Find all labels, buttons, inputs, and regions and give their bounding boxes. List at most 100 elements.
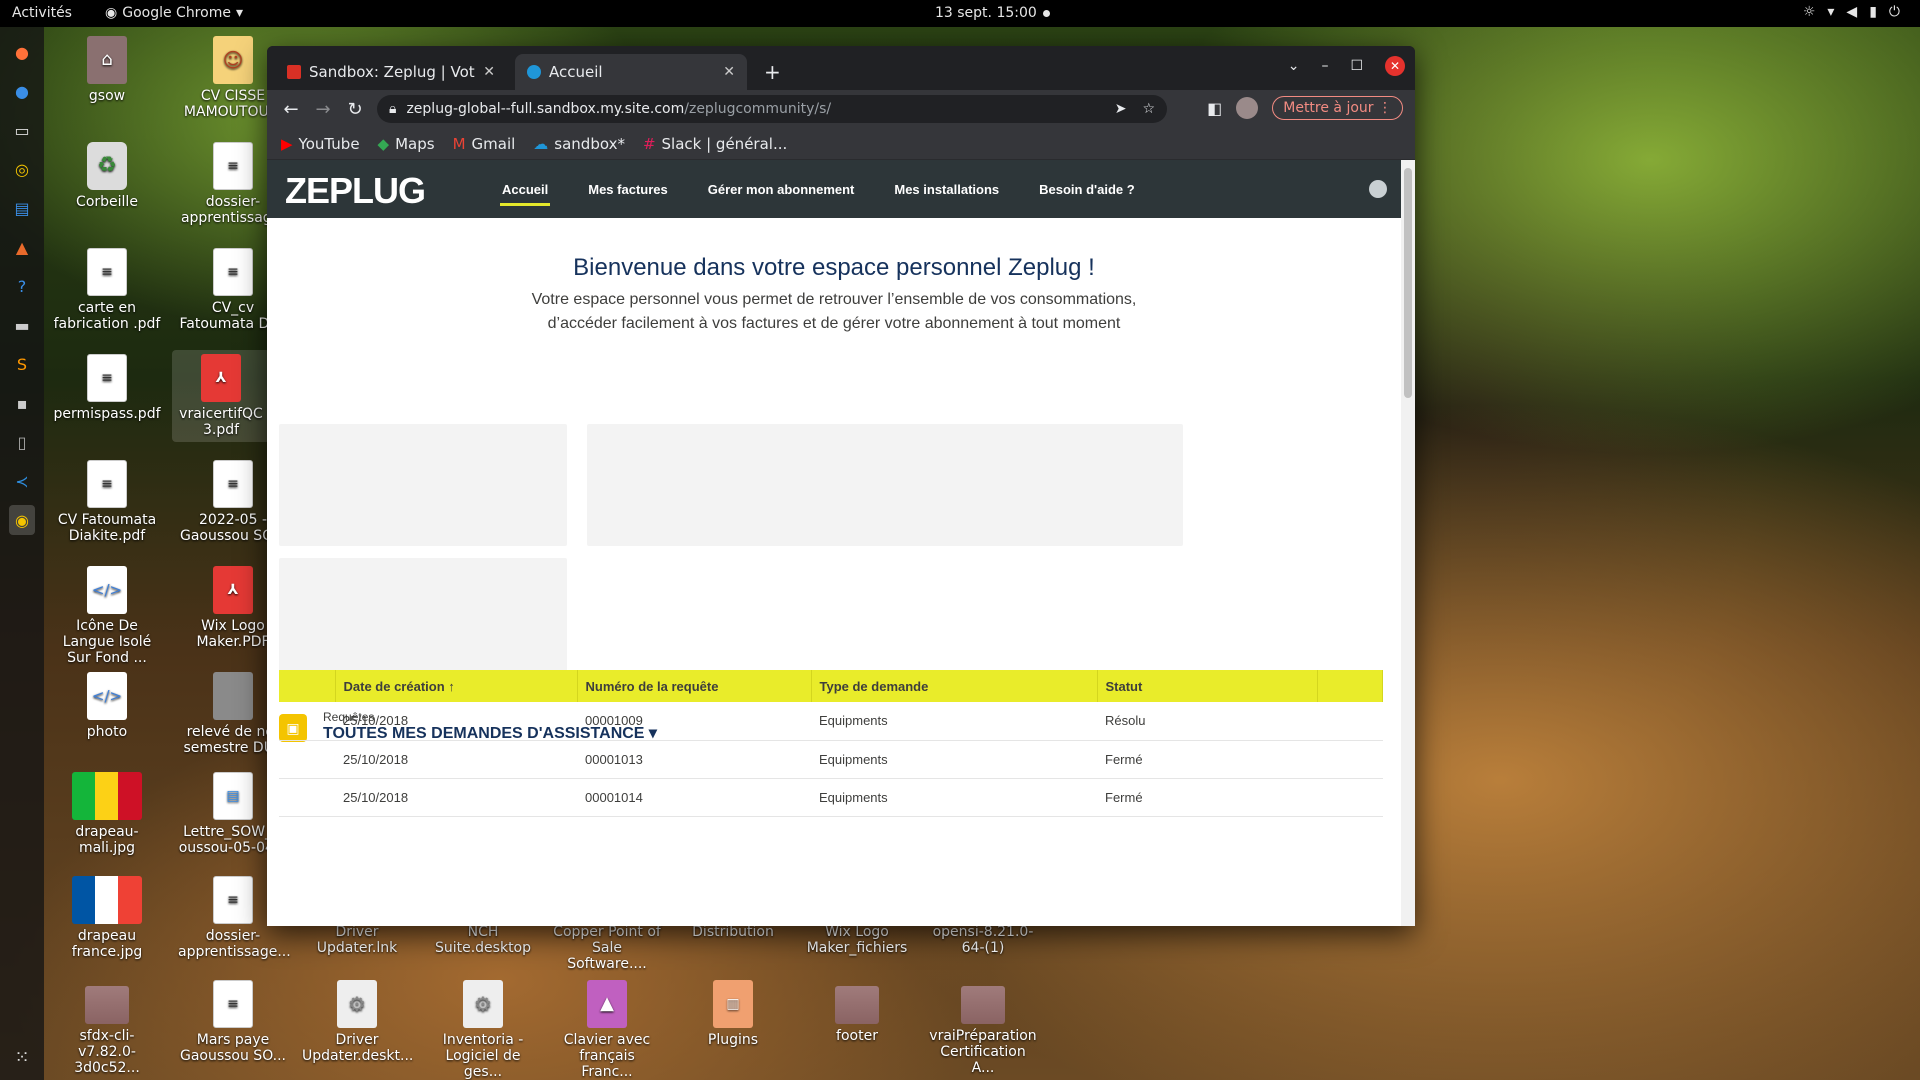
desktop-icon[interactable]: vraiPréparation Certification A...: [928, 980, 1038, 1076]
firefox-icon[interactable]: ●: [9, 37, 35, 67]
chrome-icon: ◉: [105, 5, 118, 21]
show-apps-icon[interactable]: ⁙: [14, 1047, 29, 1068]
lock-icon: 🔒︎: [389, 101, 397, 117]
welcome-title: Bienvenue dans votre espace personnel Ze…: [573, 254, 1095, 281]
user-profile-icon[interactable]: [1369, 180, 1387, 198]
window-controls: ⌄ – ☐ ✕: [1288, 56, 1405, 76]
desktop-icon[interactable]: sfdx-cli-v7.82.0-3d0c52...: [52, 980, 162, 1076]
update-button[interactable]: Mettre à jour ⋮: [1272, 96, 1403, 120]
help-icon[interactable]: ?: [9, 271, 35, 301]
tab-sandbox[interactable]: Sandbox: Zeplug | Votre e ✕: [275, 54, 507, 90]
desktop-icon[interactable]: ≡ Mars paye Gaoussou SO...: [178, 980, 288, 1064]
vscode-icon[interactable]: ≺: [9, 466, 35, 496]
document-icon: ≡: [213, 460, 253, 508]
column-numero[interactable]: Numéro de la requête: [577, 670, 812, 702]
reload-button[interactable]: ↻: [339, 99, 371, 120]
bookmark-star-icon[interactable]: ☆: [1142, 101, 1155, 117]
desktop-icon[interactable]: ≡ carte en fabrication .pdf: [52, 248, 162, 332]
html-file-icon: </>: [87, 566, 127, 614]
bookmark-youtube[interactable]: ▶ YouTube: [281, 135, 360, 153]
disk-icon[interactable]: ▬: [9, 310, 35, 340]
home-folder-icon: ⌂: [87, 36, 127, 84]
column-statut[interactable]: Statut: [1097, 670, 1318, 702]
bookmark-slack[interactable]: # Slack | général...: [643, 135, 787, 153]
gear-icon: ⚙: [337, 980, 377, 1028]
close-tab-icon[interactable]: ✕: [483, 64, 495, 80]
desktop-icon[interactable]: ▥ Plugins: [678, 980, 788, 1048]
folder-icon: [835, 986, 879, 1024]
desktop-icon[interactable]: ▲ Clavier avec français Franc...: [552, 980, 662, 1080]
page-scrollbar[interactable]: [1401, 160, 1415, 926]
new-tab-button[interactable]: +: [764, 60, 781, 84]
desktop-icon[interactable]: ⚙ Inventoria - Logiciel de ges...: [428, 980, 538, 1080]
sublime-icon[interactable]: S: [9, 349, 35, 379]
clock[interactable]: 13 sept. 15:00: [935, 5, 1037, 21]
top-bar: Activités ◉ Google Chrome ▾ 13 sept. 15:…: [0, 0, 1920, 27]
desktop-icon[interactable]: Wix Logo Maker_fichiers: [802, 924, 912, 956]
salesforce-cloud-icon: ☁: [533, 134, 549, 153]
image-file-icon: ▲: [587, 980, 627, 1028]
desktop-icon[interactable]: footer: [802, 980, 912, 1044]
activities-button[interactable]: Activités: [12, 5, 72, 21]
nav-abonnement[interactable]: Gérer mon abonnement: [688, 160, 875, 218]
tab-search-icon[interactable]: ⌄: [1288, 58, 1300, 74]
bookmark-maps[interactable]: ◆ Maps: [378, 135, 435, 153]
app-menu[interactable]: ◉ Google Chrome ▾: [105, 5, 243, 21]
writer-icon[interactable]: ▤: [9, 193, 35, 223]
desktop-icon[interactable]: opensi-8.21.0-64-(1): [928, 924, 1038, 956]
desktop-icon[interactable]: NCH Suite.desktop: [428, 924, 538, 956]
nav-installations[interactable]: Mes installations: [874, 160, 1019, 218]
terminal-icon[interactable]: ▪: [9, 388, 35, 418]
extension-icon[interactable]: ◧: [1207, 99, 1222, 118]
desktop-icon[interactable]: Distribution: [678, 924, 788, 940]
back-button[interactable]: ←: [275, 99, 307, 120]
desktop-icon[interactable]: drapeau-mali.jpg: [52, 772, 162, 856]
address-bar[interactable]: 🔒︎ zeplug-global--full.sandbox.my.site.c…: [377, 95, 1167, 123]
files-icon[interactable]: ▭: [9, 115, 35, 145]
column-date[interactable]: Date de création ↑: [335, 670, 578, 702]
scrollbar-thumb[interactable]: [1404, 168, 1412, 398]
desktop-icon[interactable]: Copper Point of Sale Software....: [552, 924, 662, 972]
close-tab-icon[interactable]: ✕: [723, 64, 735, 80]
image-file-icon: ☺: [213, 36, 253, 84]
folder-icon: [85, 986, 129, 1024]
app-name: Google Chrome: [122, 5, 231, 21]
close-window-button[interactable]: ✕: [1385, 56, 1405, 76]
chrome-dock-icon[interactable]: ◉: [9, 505, 35, 535]
desktop-icon[interactable]: ⌂ gsow: [52, 36, 162, 104]
table-row[interactable]: 25/10/2018 00001014 Equipments Fermé: [279, 778, 1383, 817]
desktop-icon[interactable]: drapeau france.jpg: [52, 876, 162, 960]
thunderbird-icon[interactable]: ●: [9, 76, 35, 106]
maximize-button[interactable]: ☐: [1350, 58, 1363, 74]
usb-icon[interactable]: ▯: [9, 427, 35, 457]
desktop-icon[interactable]: ≡ permispass.pdf: [52, 354, 162, 422]
desktop-icon[interactable]: ⅄ vraicertifQC 3.pdf: [172, 350, 270, 442]
table-row[interactable]: 25/10/2018 00001009 Equipments Résolu: [279, 702, 1383, 741]
profile-avatar[interactable]: [1236, 97, 1259, 119]
table-row[interactable]: 25/10/2018 00001013 Equipments Fermé: [279, 740, 1383, 779]
forward-button[interactable]: →: [307, 99, 339, 120]
desktop-icon[interactable]: ♻ Corbeille: [52, 142, 162, 210]
bookmark-sandbox[interactable]: ☁ sandbox*: [533, 135, 625, 153]
nav-aide[interactable]: Besoin d'aide ?: [1019, 160, 1155, 218]
dock: ● ● ▭ ◎ ▤ ▲ ? ▬ S ▪ ▯ ≺ ◉ ⁙: [0, 27, 44, 1080]
tab-accueil[interactable]: Accueil ✕: [515, 54, 747, 90]
zeplug-logo[interactable]: ZEPLUG: [285, 170, 426, 212]
desktop-icon[interactable]: </> Icône De Langue Isolé Sur Fond ...: [52, 566, 162, 666]
desktop-icon[interactable]: Driver Updater.lnk: [302, 924, 412, 956]
url-host: zeplug-global--full.sandbox.my.site.com: [406, 101, 685, 117]
chrome-window: Sandbox: Zeplug | Votre e ✕ Accueil ✕ + …: [267, 46, 1415, 926]
bookmark-gmail[interactable]: M Gmail: [453, 135, 516, 153]
rhythmbox-icon[interactable]: ◎: [9, 154, 35, 184]
system-tray[interactable]: ☼ ▾ ◀ ▮ ⏻: [1803, 4, 1900, 20]
nav-mes-factures[interactable]: Mes factures: [568, 160, 687, 218]
minimize-button[interactable]: –: [1321, 58, 1328, 74]
maps-icon: ◆: [377, 134, 390, 153]
nav-accueil[interactable]: Accueil: [482, 160, 568, 218]
desktop-icon[interactable]: ⚙ Driver Updater.deskt...: [302, 980, 413, 1064]
desktop-icon[interactable]: ≡ CV Fatoumata Diakite.pdf: [52, 460, 162, 544]
desktop-icon[interactable]: </> photo: [52, 672, 162, 740]
send-icon[interactable]: ➤: [1115, 101, 1127, 117]
column-type[interactable]: Type de demande: [811, 670, 1098, 702]
software-icon[interactable]: ▲: [9, 232, 35, 262]
